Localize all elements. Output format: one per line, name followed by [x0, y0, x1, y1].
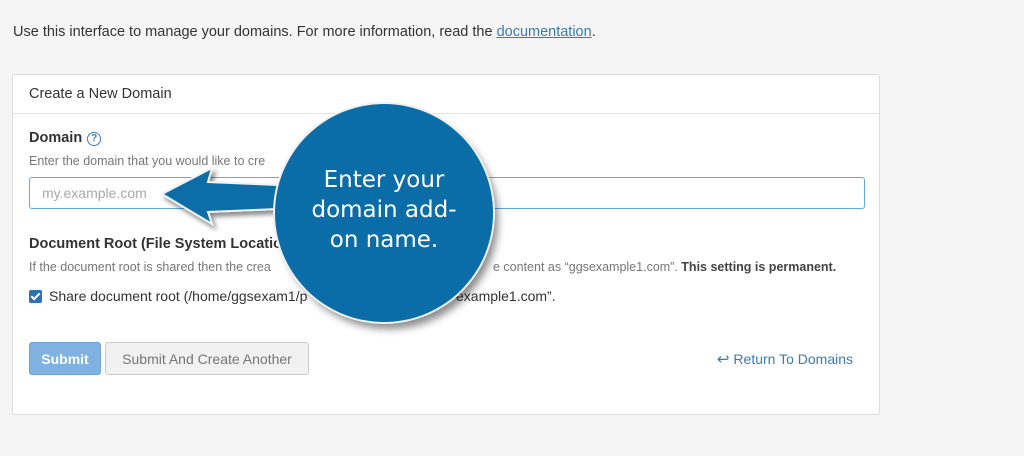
question-circle-icon[interactable]: ? [87, 132, 102, 146]
documentation-link[interactable]: documentation [497, 24, 592, 40]
share-doc-root-checkbox[interactable] [29, 289, 42, 303]
share-doc-root-label-end: example1.com”. [456, 288, 556, 304]
submit-and-create-another-button[interactable]: Submit And Create Another [105, 342, 309, 375]
intro-sentence: Use this interface to manage your domain… [13, 24, 497, 40]
intro-text: Use this interface to manage your domain… [13, 24, 596, 40]
domain-label-row: Domain? [29, 130, 102, 146]
permanent-warning: This setting is permanent. [681, 260, 837, 274]
return-label: Return To Domains [733, 351, 853, 367]
share-doc-root-label-start: Share document root (/home/ggsexam1/p [49, 288, 308, 304]
doc-root-hint-start: If the document root is shared then the … [29, 260, 271, 274]
domain-label: Domain [29, 130, 83, 146]
return-to-domains-link[interactable]: ↩ Return To Domains [717, 350, 853, 368]
panel-title: Create a New Domain [13, 75, 879, 114]
doc-root-hint-end: e content as “ggsexample1.com”. This set… [493, 260, 836, 274]
return-arrow-icon: ↩ [716, 351, 730, 368]
callout-bubble: Enter your domain add-on name. [275, 104, 493, 322]
doc-root-hint-text: e content as “ggsexample1.com”. [493, 260, 682, 274]
submit-button[interactable]: Submit [29, 342, 101, 375]
doc-root-label: Document Root (File System Location) [29, 236, 296, 252]
callout-text: Enter your domain add-on name. [311, 167, 457, 253]
share-doc-root-row: Share document root (/home/ggsexam1/p [29, 288, 307, 304]
intro-suffix: . [591, 24, 596, 40]
